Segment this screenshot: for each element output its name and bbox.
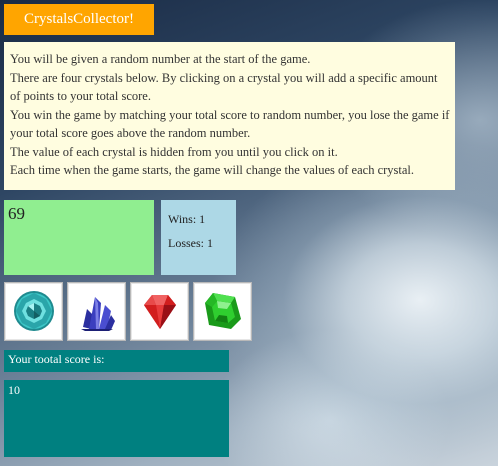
losses-counter: Losses: 1 [168, 236, 213, 250]
total-score-box: 10 [4, 380, 229, 457]
crystal-button-blue[interactable] [67, 282, 126, 341]
red-gem-icon [144, 295, 176, 329]
crystal-button-green[interactable] [193, 282, 252, 341]
instruction-line: There are four crystals below. By clicki… [10, 70, 438, 104]
crystal-button-red[interactable] [130, 282, 189, 341]
instruction-line: You win the game by matching your total … [10, 107, 450, 141]
instruction-line: The value of each crystal is hidden from… [10, 144, 338, 159]
stats-box: Wins: 1 Losses: 1 [161, 200, 236, 275]
teal-round-gem-icon [14, 291, 54, 331]
crystal-button-teal[interactable] [4, 282, 63, 341]
game-title-button[interactable]: CrystalsCollector! [4, 4, 154, 35]
blue-crystal-cluster-icon [81, 297, 115, 331]
instructions-panel: You will be given a random number at the… [4, 42, 455, 190]
random-number-value: 69 [8, 204, 25, 223]
instruction-line: Each time when the game starts, the game… [10, 163, 415, 177]
total-score-label: Your tootal score is: [4, 350, 229, 372]
random-number-box: 69 [4, 200, 154, 275]
green-emerald-icon [205, 293, 241, 329]
instruction-line: You will be given a random number at the… [10, 52, 311, 66]
wins-counter: Wins: 1 [168, 212, 206, 226]
total-score-value: 10 [8, 383, 20, 397]
